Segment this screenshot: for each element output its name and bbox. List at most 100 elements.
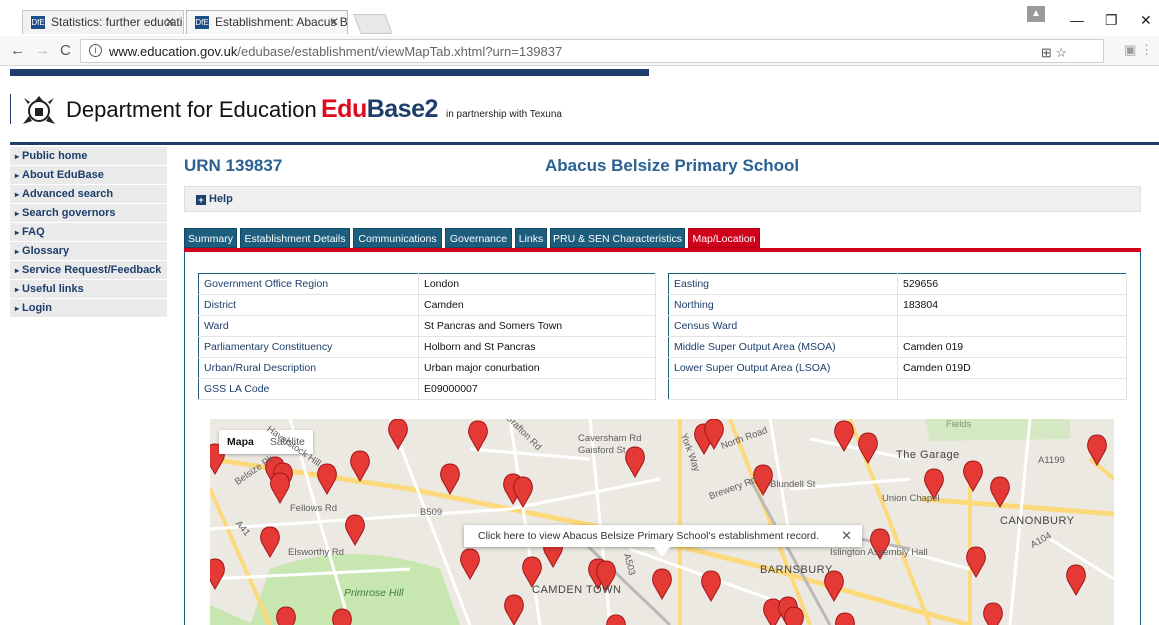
tab-governance[interactable]: Governance — [445, 228, 512, 248]
sidebar-nav: ▸ Public home ▸ About EduBase ▸ Advanced se… — [10, 147, 167, 318]
table-row: Middle Super Output Area (MSOA) Camden 01… — [668, 336, 1127, 358]
table-row: Ward St Pancras and Somers Town — [198, 315, 656, 337]
partner-text: in partnership with Texuna — [446, 109, 562, 120]
tab-map-location[interactable]: Map/Location — [688, 228, 760, 248]
table-value: Camden 019D — [897, 357, 1127, 379]
map-label: Primrose Hill — [344, 587, 404, 599]
location-map[interactable]: Mapa Satélite Fields The Garage Union Cha… — [210, 419, 1114, 625]
table-value: Urban major conurbation — [418, 357, 656, 379]
browser-tab-establishment[interactable]: DfE Establishment: Abacus B ✕ — [186, 10, 348, 34]
caret-right-icon: ▸ — [15, 190, 20, 199]
dfe-favicon-icon: DfE — [195, 16, 209, 29]
table-value: Camden 019 — [897, 336, 1127, 358]
tab-establishment-details[interactable]: Establishment Details — [240, 228, 350, 248]
sidebar-item-public-home[interactable]: ▸ Public home — [10, 147, 167, 166]
restore-window-icon[interactable]: ❐ — [1105, 12, 1118, 29]
brand-part-2: Base2 — [366, 95, 439, 123]
sidebar-item-label: Login — [22, 302, 52, 314]
table-row: GSS LA Code E09000007 — [198, 378, 656, 400]
map-label: Fellows Rd — [290, 503, 337, 514]
caret-right-icon: ▸ — [15, 304, 20, 313]
sidebar-item-search-governors[interactable]: ▸ Search governors — [10, 204, 167, 223]
browser-tab-title: Statistics: further educati — [51, 15, 183, 29]
table-key: GSS LA Code — [198, 378, 419, 400]
table-value: St Pancras and Somers Town — [418, 315, 656, 337]
table-key — [668, 378, 898, 400]
tab-label: Governance — [449, 233, 508, 245]
url-host: www.education.gov.uk — [109, 44, 238, 59]
caret-right-icon: ▸ — [15, 247, 20, 256]
sidebar-item-service-request[interactable]: ▸ Service Request/Feedback — [10, 261, 167, 280]
sidebar-item-about-edubase[interactable]: ▸ About EduBase — [10, 166, 167, 185]
map-label: Islington Assembly Hall — [830, 547, 928, 558]
table-key: Census Ward — [668, 315, 898, 337]
map-info-window[interactable]: Click here to view Abacus Belsize Primar… — [464, 525, 862, 557]
info-window-pointer — [654, 547, 670, 557]
sidebar-item-label: Public home — [22, 150, 88, 162]
edubase-logo[interactable]: EduBase2 — [321, 95, 438, 124]
map-label: CAMDEN TOWN — [532, 584, 622, 596]
reload-icon[interactable]: C — [60, 42, 71, 59]
sidebar-item-label: Search governors — [22, 207, 116, 219]
profile-avatar-icon[interactable]: ▲ — [1027, 6, 1045, 22]
tab-links[interactable]: Links — [515, 228, 547, 248]
tab-label: Links — [518, 233, 544, 245]
close-window-icon[interactable]: ✕ — [1140, 12, 1152, 29]
table-value: 183804 — [897, 294, 1127, 316]
tab-communications[interactable]: Communications — [353, 228, 442, 248]
table-value: E09000007 — [418, 378, 656, 400]
map-label: Blundell St — [770, 479, 816, 490]
caret-right-icon: ▸ — [15, 266, 20, 275]
translate-icon[interactable]: ⊞ — [1041, 45, 1052, 60]
forward-arrow-icon[interactable]: → — [35, 42, 50, 59]
site-info-icon[interactable]: i — [89, 44, 102, 57]
caret-right-icon: ▸ — [15, 171, 20, 180]
sidebar-item-label: Advanced search — [22, 188, 114, 200]
bookmark-star-icon[interactable]: ☆ — [1055, 45, 1067, 60]
sidebar-item-label: FAQ — [22, 226, 45, 238]
map-label: CANONBURY — [1000, 515, 1075, 527]
caret-right-icon: ▸ — [15, 152, 20, 161]
map-type-map-button[interactable]: Mapa — [219, 430, 262, 454]
tab-label: Establishment Details — [244, 233, 346, 245]
tab-summary[interactable]: Summary — [184, 228, 237, 248]
table-value: Holborn and St Pancras — [418, 336, 656, 358]
sidebar-item-login[interactable]: ▸ Login — [10, 299, 167, 318]
tab-pru-sen[interactable]: PRU & SEN Characteristics — [550, 228, 685, 248]
table-row: Parliamentary Constituency Holborn and St… — [198, 336, 656, 358]
close-tab-icon[interactable]: ✕ — [165, 15, 175, 29]
top-accent-bar — [10, 69, 649, 76]
table-row: Urban/Rural Description Urban major conur… — [198, 357, 656, 379]
sidebar-item-glossary[interactable]: ▸ Glossary — [10, 242, 167, 261]
table-row: Northing 183804 — [668, 294, 1127, 316]
help-bar[interactable]: + Help — [184, 186, 1141, 212]
map-label: A1199 — [1038, 455, 1065, 466]
extension-icon[interactable]: ▣ ⋮ — [1124, 42, 1153, 58]
map-label: Fields — [946, 419, 972, 430]
browser-tab-statistics[interactable]: DfE Statistics: further educati ✕ — [22, 10, 184, 34]
header-rule — [10, 142, 1159, 145]
sidebar-item-advanced-search[interactable]: ▸ Advanced search — [10, 185, 167, 204]
close-tab-icon[interactable]: ✕ — [329, 15, 339, 29]
school-name-heading: Abacus Belsize Primary School — [545, 156, 800, 175]
table-row: Census Ward — [668, 315, 1127, 337]
expand-plus-icon[interactable]: + — [196, 195, 206, 205]
close-info-window-icon[interactable]: ✕ — [841, 528, 852, 544]
tab-label: Communications — [358, 233, 437, 245]
sidebar-item-faq[interactable]: ▸ FAQ — [10, 223, 167, 242]
department-title[interactable]: Department for Education — [66, 97, 317, 123]
info-window-link[interactable]: Click here to view Abacus Belsize Primar… — [478, 530, 819, 542]
brand-part-1: Edu — [321, 95, 367, 123]
sidebar-item-useful-links[interactable]: ▸ Useful links — [10, 280, 167, 299]
new-tab-button[interactable] — [353, 14, 393, 34]
map-label: Elsworthy Rd — [288, 547, 344, 558]
table-value — [897, 315, 1127, 337]
caret-right-icon: ▸ — [15, 285, 20, 294]
address-bar[interactable]: i www.education.gov.uk/edubase/establish… — [80, 39, 1104, 63]
location-table-left: Government Office Region London District C… — [198, 273, 656, 400]
minimize-window-icon[interactable]: — — [1070, 12, 1084, 28]
help-label[interactable]: Help — [209, 193, 233, 205]
table-value: Camden — [418, 294, 656, 316]
sidebar-item-label: Useful links — [22, 283, 84, 295]
back-arrow-icon[interactable]: ← — [10, 42, 25, 59]
